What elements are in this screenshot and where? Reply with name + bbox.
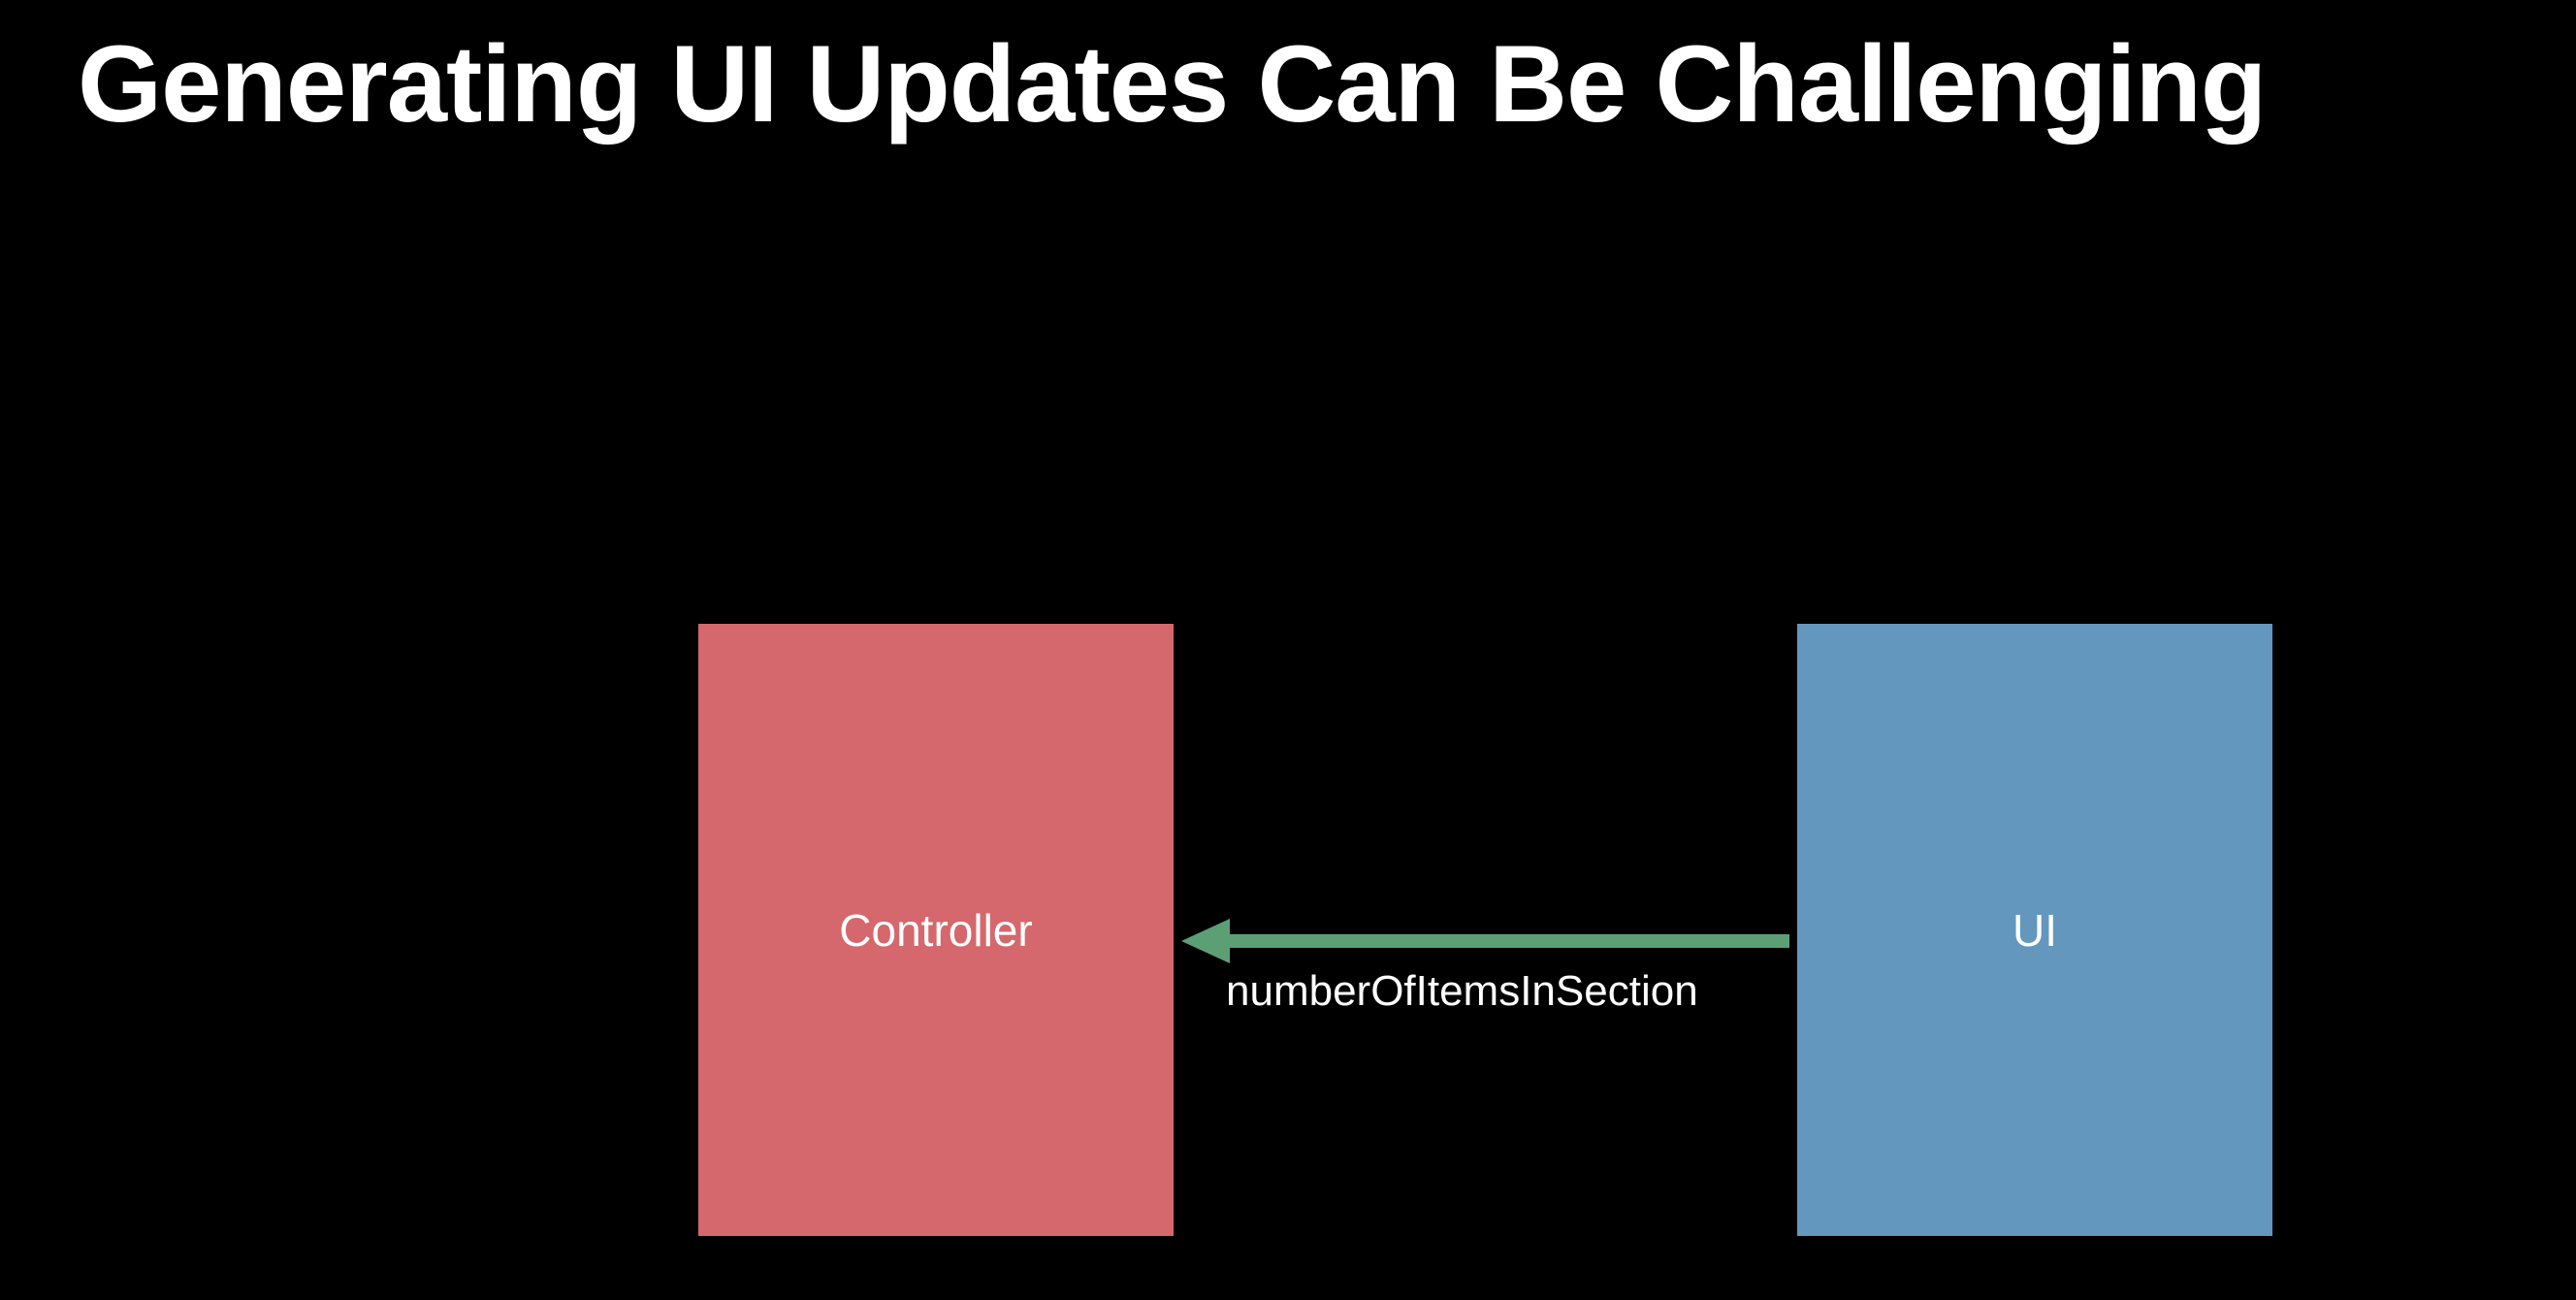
controller-label: Controller [839, 904, 1033, 956]
arrow-head-icon [1181, 919, 1230, 963]
ui-box: UI [1797, 624, 2272, 1236]
slide-title: Generating UI Updates Can Be Challenging [78, 23, 2267, 145]
arrow-connector [1181, 919, 1789, 963]
ui-label: UI [2012, 904, 2057, 956]
controller-box: Controller [698, 624, 1174, 1236]
arrow-label: numberOfItemsInSection [1226, 967, 1698, 1015]
